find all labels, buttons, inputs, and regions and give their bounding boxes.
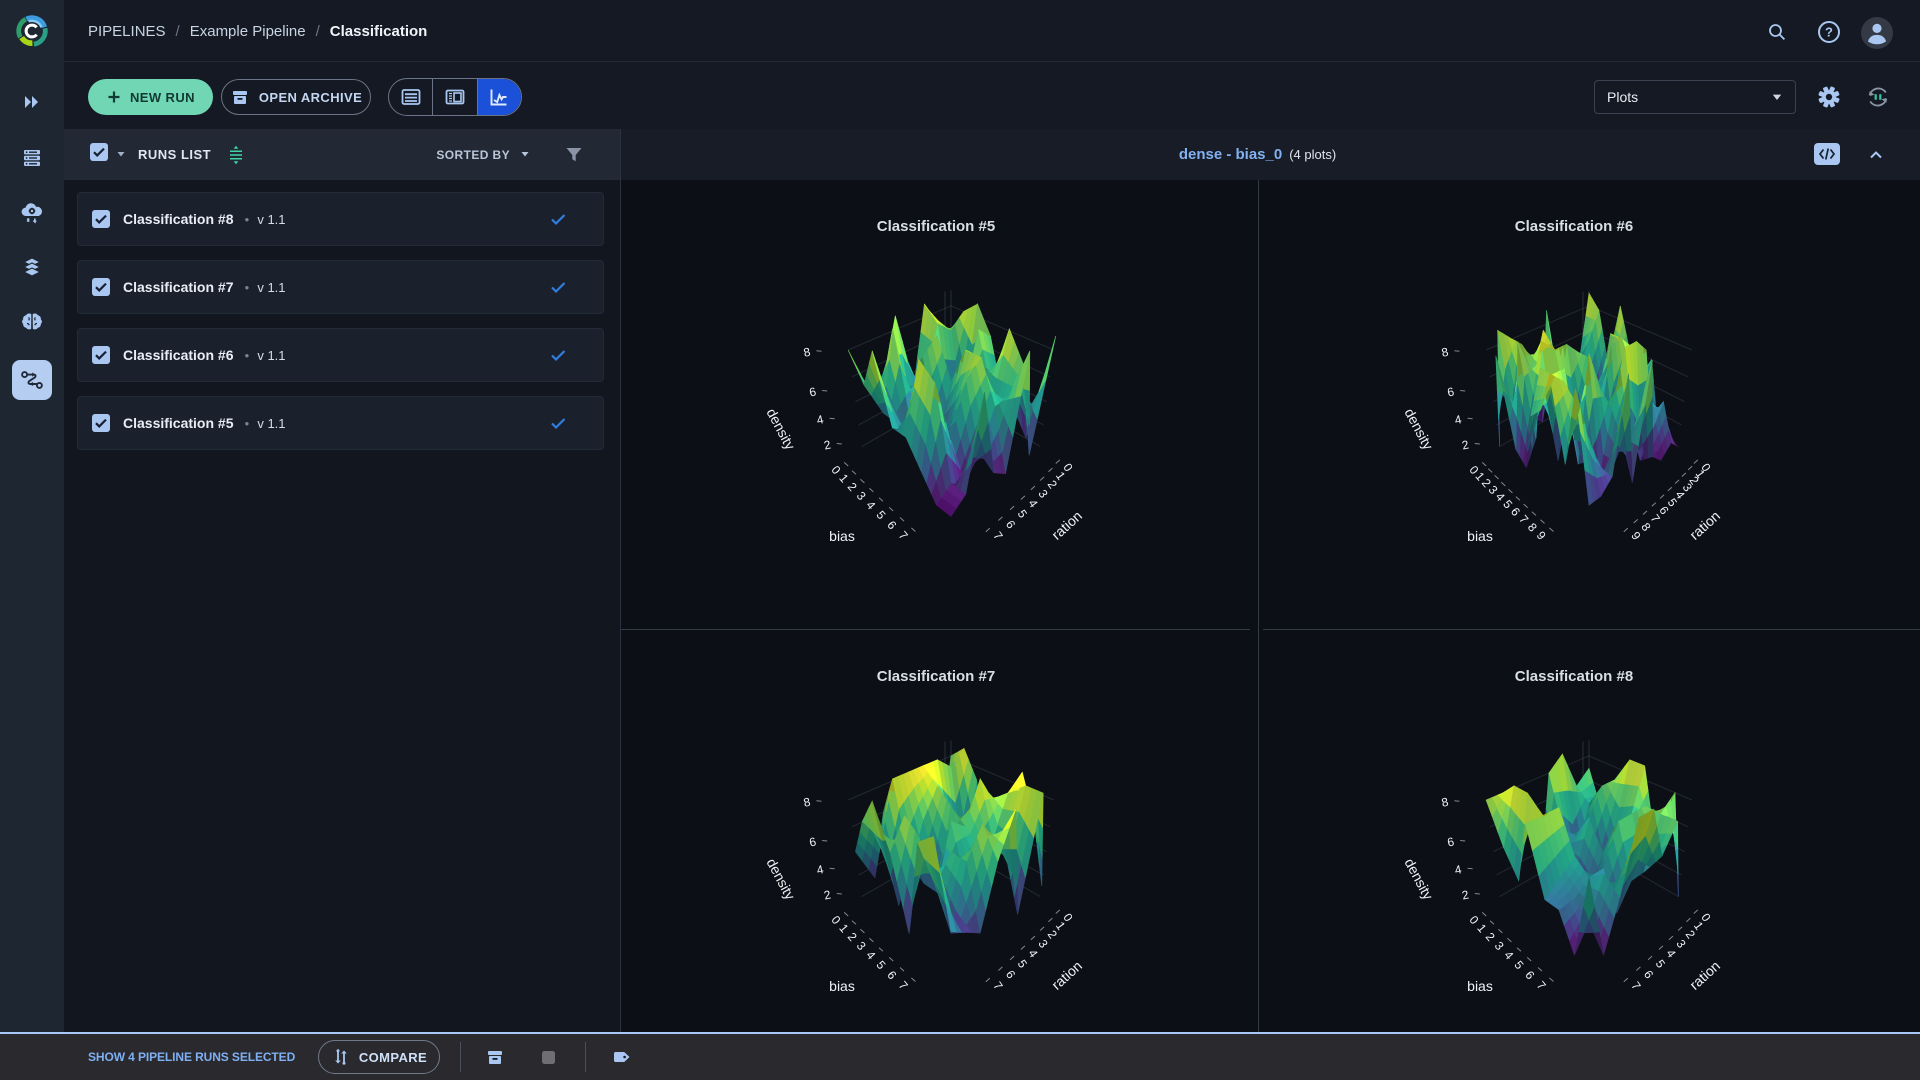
- svg-text:6: 6: [1446, 384, 1456, 399]
- svg-text:8: 8: [1525, 520, 1540, 534]
- svg-text:4: 4: [863, 498, 878, 512]
- svg-text:2: 2: [823, 887, 833, 902]
- svg-text:6: 6: [884, 518, 899, 532]
- svg-text:?: ?: [1825, 25, 1833, 40]
- svg-text:density: density: [1402, 406, 1437, 453]
- svg-text:6: 6: [808, 384, 818, 399]
- svg-text:7: 7: [896, 528, 911, 542]
- svg-text:6: 6: [1446, 834, 1456, 849]
- svg-text:Classification #5: Classification #5: [877, 218, 995, 235]
- svg-text:7: 7: [896, 978, 911, 992]
- svg-text:density: density: [764, 856, 799, 903]
- svg-text:7: 7: [990, 529, 1005, 543]
- svg-text:6: 6: [1641, 968, 1656, 982]
- svg-text:5: 5: [1015, 957, 1030, 971]
- svg-text:bias: bias: [829, 978, 855, 994]
- svg-text:3: 3: [1492, 939, 1507, 953]
- svg-text:5: 5: [1653, 957, 1668, 971]
- svg-text:3: 3: [854, 939, 869, 953]
- svg-text:8: 8: [802, 795, 812, 810]
- svg-text:2: 2: [845, 480, 860, 494]
- svg-text:9: 9: [1534, 528, 1549, 542]
- svg-text:8: 8: [802, 345, 812, 360]
- svg-text:5: 5: [873, 508, 888, 522]
- svg-text:Classification #8: Classification #8: [1515, 668, 1633, 685]
- svg-text:7: 7: [1628, 979, 1643, 993]
- svg-text:6: 6: [1003, 968, 1018, 982]
- svg-text:4: 4: [863, 948, 878, 962]
- svg-text:ration: ration: [1686, 507, 1723, 542]
- svg-text:9: 9: [1628, 529, 1643, 543]
- svg-text:bias: bias: [1467, 978, 1493, 994]
- svg-text:5: 5: [1015, 507, 1030, 521]
- svg-text:4: 4: [815, 862, 825, 877]
- svg-text:2: 2: [845, 930, 860, 944]
- svg-text:2: 2: [1461, 437, 1471, 452]
- svg-text:4: 4: [815, 412, 825, 427]
- svg-text:ration: ration: [1048, 507, 1085, 542]
- svg-text:ration: ration: [1686, 957, 1723, 992]
- svg-text:6: 6: [808, 834, 818, 849]
- svg-text:bias: bias: [829, 528, 855, 544]
- svg-text:ration: ration: [1048, 957, 1085, 992]
- svg-text:1: 1: [836, 921, 851, 935]
- svg-text:4: 4: [1501, 948, 1516, 962]
- svg-text:Classification #7: Classification #7: [877, 668, 995, 685]
- svg-text:2: 2: [1461, 887, 1471, 902]
- svg-text:density: density: [1402, 856, 1437, 903]
- svg-text:6: 6: [884, 968, 899, 982]
- svg-text:2: 2: [1483, 930, 1498, 944]
- svg-text:4: 4: [1453, 862, 1463, 877]
- svg-text:3: 3: [854, 489, 869, 503]
- svg-text:bias: bias: [1467, 528, 1493, 544]
- svg-text:7: 7: [1534, 978, 1549, 992]
- svg-text:5: 5: [873, 958, 888, 972]
- svg-text:Classification #6: Classification #6: [1515, 218, 1633, 235]
- svg-text:6: 6: [1003, 518, 1018, 532]
- svg-text:density: density: [764, 406, 799, 453]
- svg-text:1: 1: [1474, 921, 1489, 935]
- svg-text:8: 8: [1440, 795, 1450, 810]
- svg-text:6: 6: [1522, 968, 1537, 982]
- svg-text:1: 1: [836, 471, 851, 485]
- svg-text:4: 4: [1453, 412, 1463, 427]
- svg-text:8: 8: [1440, 345, 1450, 360]
- svg-text:5: 5: [1511, 958, 1526, 972]
- svg-text:7: 7: [990, 979, 1005, 993]
- svg-text:2: 2: [823, 437, 833, 452]
